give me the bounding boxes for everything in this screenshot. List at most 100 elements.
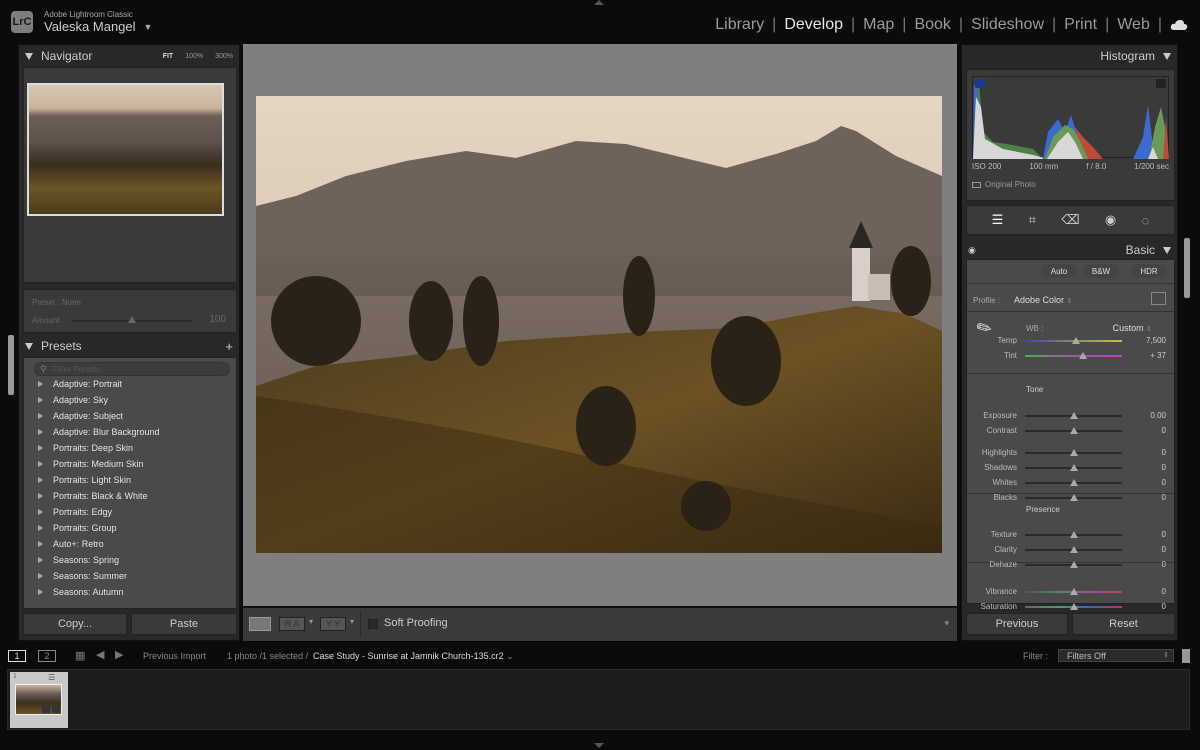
module-map[interactable]: Map: [863, 16, 894, 34]
source-label[interactable]: Previous Import: [143, 651, 206, 661]
grid-view-icon[interactable]: ▦: [75, 649, 85, 662]
preset-item[interactable]: Portraits: Light Skin: [38, 475, 131, 485]
module-develop[interactable]: Develop: [784, 16, 843, 34]
module-book[interactable]: Book: [914, 16, 950, 34]
navigator-thumbnail[interactable]: [27, 83, 224, 216]
slider-value[interactable]: 0: [1162, 530, 1166, 539]
module-library[interactable]: Library: [715, 16, 764, 34]
show-filmstrip-arrow[interactable]: [594, 743, 604, 748]
module-web[interactable]: Web: [1117, 16, 1150, 34]
slider-value[interactable]: 0: [1162, 545, 1166, 554]
reset-button[interactable]: Reset: [1072, 613, 1175, 635]
preset-item[interactable]: Adaptive: Sky: [38, 395, 108, 405]
right-panel-scrollbar[interactable]: [1184, 238, 1190, 298]
slider-value[interactable]: 0: [1162, 560, 1166, 569]
before-after-lr-button[interactable]: R A: [279, 617, 305, 631]
slider-value[interactable]: 0: [1162, 493, 1166, 502]
edit-sliders-icon[interactable]: ☰: [992, 212, 1004, 228]
zoom-100[interactable]: 100%: [185, 53, 203, 60]
image-canvas[interactable]: [243, 44, 957, 606]
slider-thumb[interactable]: [1069, 531, 1078, 538]
cloud-icon[interactable]: [1170, 19, 1188, 31]
slider-thumb[interactable]: [1069, 464, 1078, 471]
slider-value[interactable]: 7,500: [1146, 336, 1166, 345]
slider-value[interactable]: 0: [1162, 448, 1166, 457]
preset-item[interactable]: Adaptive: Blur Background: [38, 427, 160, 437]
show-top-panel-arrow[interactable]: [594, 0, 604, 5]
slider-thumb[interactable]: [1069, 427, 1078, 434]
presets-header[interactable]: Presets +: [19, 335, 239, 357]
main-photo[interactable]: [256, 96, 942, 553]
copy-settings-button[interactable]: Copy...: [23, 613, 127, 635]
slider-thumb[interactable]: [1069, 494, 1078, 501]
slider-thumb[interactable]: [1069, 561, 1078, 568]
slider-thumb[interactable]: [1069, 546, 1078, 553]
preset-item[interactable]: Portraits: Black & White: [38, 491, 148, 501]
slider-value[interactable]: 0: [1162, 587, 1166, 596]
filter-presets-input[interactable]: ⚲ Filter Presets: [34, 362, 230, 376]
filmstrip-cell[interactable]: 1 ☰: [10, 672, 68, 728]
paste-settings-button[interactable]: Paste: [131, 613, 237, 635]
forward-arrow-icon[interactable]: ▶: [115, 648, 123, 661]
eye-icon[interactable]: ◉: [968, 245, 976, 256]
preset-item[interactable]: Seasons: Spring: [38, 555, 119, 565]
preset-item[interactable]: Seasons: Autumn: [38, 587, 124, 597]
slider-value[interactable]: 0.00: [1150, 411, 1166, 420]
filter-lock-icon[interactable]: [1182, 649, 1190, 663]
zoom-300[interactable]: 300%: [215, 53, 233, 60]
highlight-clipping-icon[interactable]: [1156, 79, 1166, 88]
module-slideshow[interactable]: Slideshow: [971, 16, 1044, 34]
slider-thumb[interactable]: [1069, 588, 1078, 595]
previous-button[interactable]: Previous: [966, 613, 1068, 635]
zoom-fit[interactable]: FIT: [163, 53, 174, 60]
soft-proofing-checkbox[interactable]: [368, 619, 378, 629]
thumb-menu-icon[interactable]: ☰: [48, 673, 55, 682]
chevron-down-icon[interactable]: ▾: [309, 617, 313, 626]
amount-slider-thumb[interactable]: [128, 316, 136, 323]
module-print[interactable]: Print: [1064, 16, 1097, 34]
preset-item[interactable]: Portraits: Deep Skin: [38, 443, 133, 453]
hdr-button[interactable]: HDR: [1131, 264, 1167, 278]
slider-value[interactable]: 0: [1162, 478, 1166, 487]
back-arrow-icon[interactable]: ◀: [96, 648, 104, 661]
slider-thumb[interactable]: [1069, 412, 1078, 419]
slider-thumb[interactable]: [1069, 449, 1078, 456]
preset-item[interactable]: Portraits: Edgy: [38, 507, 112, 517]
preset-item[interactable]: Adaptive: Portrait: [38, 379, 122, 389]
basic-header[interactable]: ◉ Basic: [962, 239, 1177, 261]
filter-select[interactable]: Filters Off ⇕: [1058, 649, 1174, 662]
toolbar-menu-chevron-icon[interactable]: ▾: [944, 618, 949, 629]
preset-item[interactable]: Adaptive: Subject: [38, 411, 123, 421]
chevron-down-icon[interactable]: ▾: [350, 617, 354, 626]
histogram-header[interactable]: Histogram: [962, 45, 1177, 67]
profile-browser-icon[interactable]: [1151, 292, 1166, 305]
main-window-button[interactable]: 1: [8, 650, 26, 662]
slider-value[interactable]: + 37: [1150, 351, 1166, 360]
slider-track[interactable]: [1025, 355, 1122, 357]
wb-select[interactable]: Custom ⇕: [1113, 323, 1152, 333]
masking-icon[interactable]: ◌: [1142, 213, 1150, 228]
add-preset-icon[interactable]: +: [225, 339, 233, 354]
preset-item[interactable]: Portraits: Medium Skin: [38, 459, 144, 469]
bw-button[interactable]: B&W: [1083, 264, 1119, 278]
preset-item[interactable]: Auto+: Retro: [38, 539, 104, 549]
histogram-graph[interactable]: [972, 76, 1169, 159]
before-after-tb-button[interactable]: Y Y: [320, 617, 346, 631]
slider-thumb[interactable]: [1072, 337, 1081, 344]
navigator-header[interactable]: Navigator FIT 100% 300%: [19, 45, 239, 67]
slider-thumb[interactable]: [1069, 603, 1078, 610]
preset-item[interactable]: Seasons: Summer: [38, 571, 127, 581]
slider-value[interactable]: 0: [1162, 426, 1166, 435]
red-eye-icon[interactable]: ◉: [1105, 212, 1116, 228]
secondary-window-button[interactable]: 2: [38, 650, 56, 662]
preset-item[interactable]: Portraits: Group: [38, 523, 117, 533]
original-photo-toggle[interactable]: Original Photo: [972, 180, 1036, 189]
slider-value[interactable]: 0: [1162, 463, 1166, 472]
crop-icon[interactable]: ⌗: [1029, 212, 1036, 228]
filename[interactable]: Case Study - Sunrise at Jamnik Church-13…: [313, 651, 514, 662]
shadow-clipping-icon[interactable]: [975, 79, 985, 88]
slider-thumb[interactable]: [1069, 479, 1078, 486]
slider-thumb[interactable]: [1079, 352, 1088, 359]
healing-eraser-icon[interactable]: ⌫: [1061, 212, 1079, 228]
identity-plate[interactable]: Valeska Mangel ▼: [44, 19, 152, 34]
